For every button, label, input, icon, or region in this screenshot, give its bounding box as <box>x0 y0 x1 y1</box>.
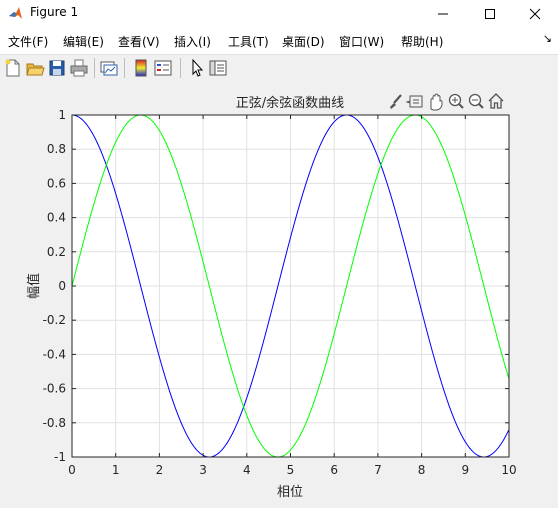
y-tick-label: 0.2 <box>47 245 66 259</box>
x-tick-label: 4 <box>243 463 251 477</box>
y-tick-label: 1 <box>58 108 66 122</box>
y-tick-label: 0 <box>58 279 66 293</box>
x-tick-label: 1 <box>112 463 120 477</box>
link-plot-icon[interactable] <box>99 58 119 78</box>
x-axis-label: 相位 <box>277 485 303 500</box>
y-tick-label: -0.8 <box>43 416 66 430</box>
x-tick-label: 6 <box>330 463 338 477</box>
menu-view[interactable]: 查看(V) <box>118 33 160 50</box>
close-button[interactable] <box>512 0 558 27</box>
maximize-icon <box>485 8 495 19</box>
print-icon[interactable] <box>69 58 89 78</box>
zoom-in-icon[interactable] <box>448 93 464 109</box>
y-tick-label: -0.6 <box>43 382 66 396</box>
x-tick-label: 0 <box>68 463 76 477</box>
y-axis-label: 幅值 <box>26 273 42 299</box>
y-tick-label: -0.4 <box>43 347 66 361</box>
x-tick-label: 10 <box>501 463 516 477</box>
menu-insert[interactable]: 插入(I) <box>174 33 211 50</box>
axes-toolbar <box>390 93 504 111</box>
minimize-button[interactable] <box>420 0 466 27</box>
pan-icon[interactable] <box>430 93 443 111</box>
colorbar-icon[interactable] <box>131 58 151 78</box>
new-figure-icon[interactable] <box>3 58 23 78</box>
matlab-logo-icon <box>9 7 22 19</box>
save-icon[interactable] <box>47 58 67 78</box>
toolbar-separator <box>124 58 125 78</box>
x-tick-label: 9 <box>461 463 469 477</box>
y-tick-label: 0.4 <box>47 211 66 225</box>
menu-edit[interactable]: 编辑(E) <box>63 33 104 50</box>
status-strip <box>0 503 558 508</box>
y-tick-label: -0.2 <box>43 313 66 327</box>
x-tick-label: 3 <box>199 463 207 477</box>
x-tick-label: 2 <box>156 463 164 477</box>
window-title: Figure 1 <box>30 5 79 19</box>
pointer-icon[interactable] <box>187 58 207 78</box>
y-tick-label: 0.6 <box>47 176 66 190</box>
menu-file[interactable]: 文件(F) <box>8 33 48 50</box>
dock-arrow-icon[interactable]: ↘ <box>543 32 552 45</box>
y-tick-label: 0.8 <box>47 142 66 156</box>
x-tick-label: 5 <box>287 463 295 477</box>
property-editor-icon[interactable] <box>208 58 228 78</box>
menu-tools[interactable]: 工具(T) <box>228 33 269 50</box>
minimize-icon <box>438 13 448 14</box>
maximize-button[interactable] <box>467 0 513 27</box>
title-bar: Figure 1 <box>0 0 558 27</box>
zoom-out-icon[interactable] <box>468 93 484 109</box>
brush-icon[interactable] <box>390 94 402 109</box>
y-tick-label: -1 <box>54 450 66 464</box>
plot-svg: 0 1 2 3 4 5 6 7 8 9 10 -1 -0.8 -0.6 -0.4 -0.2 0 0.2 0.4 0.6… <box>26 93 517 500</box>
home-icon[interactable] <box>488 93 504 109</box>
x-tick-label: 8 <box>418 463 426 477</box>
close-icon <box>529 8 541 19</box>
data-tip-icon[interactable] <box>405 95 423 108</box>
toolbar-separator <box>180 58 181 78</box>
x-tick-label: 7 <box>374 463 382 477</box>
menu-window[interactable]: 窗口(W) <box>339 33 384 50</box>
open-file-icon[interactable] <box>25 58 45 78</box>
toolbar-separator <box>94 58 95 78</box>
menu-help[interactable]: 帮助(H) <box>401 33 443 50</box>
menu-desktop[interactable]: 桌面(D) <box>282 33 325 50</box>
legend-icon[interactable] <box>153 58 173 78</box>
chart-title: 正弦/余弦函数曲线 <box>236 95 344 111</box>
